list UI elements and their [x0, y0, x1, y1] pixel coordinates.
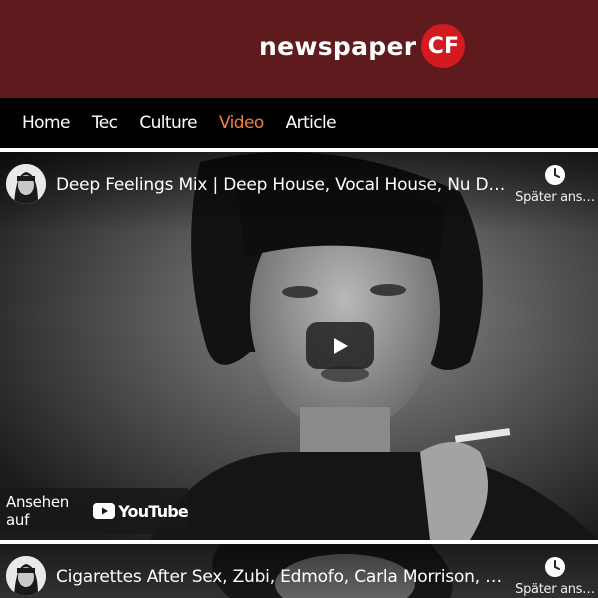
- play-icon: [334, 337, 348, 354]
- avatar-image: [6, 556, 46, 596]
- nav-item-home[interactable]: Home: [22, 113, 70, 133]
- video-title[interactable]: Deep Feelings Mix | Deep House, Vocal Ho…: [56, 175, 508, 195]
- avatar-image: [6, 164, 46, 204]
- clock-icon: [545, 165, 565, 185]
- nav-item-culture[interactable]: Culture: [139, 113, 197, 133]
- avatar[interactable]: [6, 164, 46, 204]
- clock-icon: [545, 557, 565, 577]
- video-title-2[interactable]: Cigarettes After Sex, Zubi, Edmofo, Carl…: [56, 567, 508, 587]
- video-embed-2[interactable]: Cigarettes After Sex, Zubi, Edmofo, Carl…: [0, 544, 598, 598]
- site-logo[interactable]: newspaper CF: [259, 24, 466, 68]
- youtube-logo: YouTube: [93, 501, 189, 521]
- play-button[interactable]: [306, 322, 374, 369]
- watch-later-button-2[interactable]: Später ans…: [512, 556, 598, 597]
- watch-later-label: Später ans…: [515, 190, 595, 205]
- video-embed-1[interactable]: Deep Feelings Mix | Deep House, Vocal Ho…: [0, 152, 598, 540]
- youtube-wordmark: YouTube: [118, 501, 189, 521]
- logo-badge: CF: [421, 24, 466, 68]
- youtube-icon: [93, 503, 116, 519]
- avatar[interactable]: [6, 556, 46, 596]
- site-header: newspaper CF: [0, 0, 598, 98]
- watch-later-label-2: Später ans…: [515, 582, 595, 597]
- watch-on-label: Ansehen auf: [6, 493, 69, 529]
- watch-later-button[interactable]: Später ans…: [512, 164, 598, 205]
- nav-item-tec[interactable]: Tec: [92, 113, 118, 133]
- nav-item-video[interactable]: Video: [219, 113, 264, 133]
- watch-on-youtube-button[interactable]: Ansehen auf YouTube: [0, 488, 189, 534]
- logo-text: newspaper: [259, 31, 417, 61]
- main-nav: Home Tec Culture Video Article: [0, 98, 598, 148]
- nav-item-article[interactable]: Article: [286, 113, 337, 133]
